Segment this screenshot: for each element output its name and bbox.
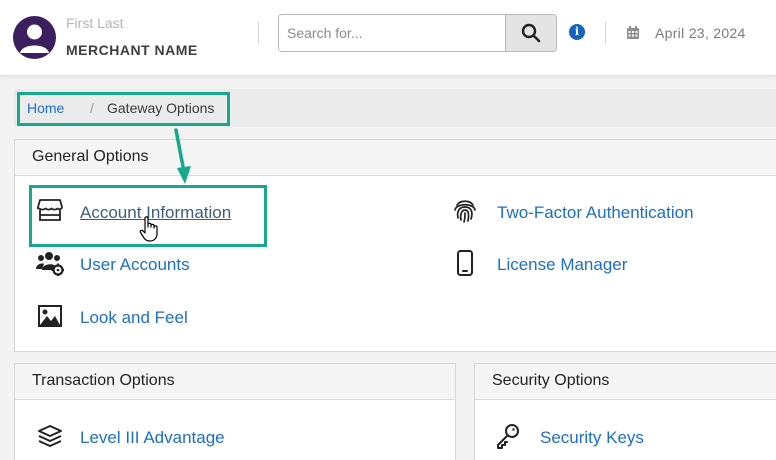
- search-box: [278, 14, 557, 52]
- search-icon: [521, 23, 541, 43]
- option-level-iii-advantage[interactable]: [36, 422, 64, 450]
- key-icon: [494, 422, 522, 450]
- look-and-feel-link[interactable]: Look and Feel: [80, 308, 188, 328]
- search-button[interactable]: [505, 15, 556, 51]
- avatar[interactable]: [13, 16, 56, 59]
- hand-pointer-icon: [139, 216, 158, 242]
- merchant-name: MERCHANT NAME: [66, 42, 198, 58]
- divider: [258, 22, 259, 44]
- breadcrumb-highlight: [17, 92, 230, 126]
- card-header: Transaction Options: [15, 364, 455, 400]
- general-options-title: General Options: [32, 148, 149, 165]
- card-header: General Options: [15, 140, 776, 176]
- two-factor-authentication-link[interactable]: Two-Factor Authentication: [497, 203, 694, 223]
- calendar-icon: [627, 26, 639, 39]
- info-icon[interactable]: i: [569, 24, 585, 40]
- top-bar: First Last MERCHANT NAME i April 23, 202…: [0, 0, 776, 76]
- current-date: April 23, 2024: [655, 25, 746, 41]
- user-avatar-icon: [20, 24, 49, 53]
- image-icon: [36, 302, 64, 330]
- security-keys-link[interactable]: Security Keys: [540, 428, 644, 448]
- option-user-accounts[interactable]: [36, 249, 64, 277]
- option-security-keys[interactable]: [494, 422, 522, 450]
- transaction-options-title: Transaction Options: [32, 372, 175, 389]
- security-options-title: Security Options: [492, 372, 610, 389]
- mobile-phone-icon: [451, 249, 479, 277]
- option-two-factor-authentication[interactable]: [451, 197, 479, 225]
- license-manager-link[interactable]: License Manager: [497, 255, 627, 275]
- level-iii-advantage-link[interactable]: Level III Advantage: [80, 428, 225, 448]
- user-name: First Last: [66, 15, 124, 31]
- option-look-and-feel[interactable]: [36, 302, 64, 330]
- layers-icon: [36, 422, 64, 450]
- arrow-down-icon: [174, 128, 191, 184]
- users-gear-icon: [36, 249, 64, 277]
- fingerprint-icon: [451, 197, 479, 225]
- divider: [605, 22, 606, 44]
- card-header: Security Options: [475, 364, 776, 400]
- search-input[interactable]: [279, 15, 506, 51]
- user-accounts-link[interactable]: User Accounts: [80, 255, 190, 275]
- option-license-manager[interactable]: [451, 249, 479, 277]
